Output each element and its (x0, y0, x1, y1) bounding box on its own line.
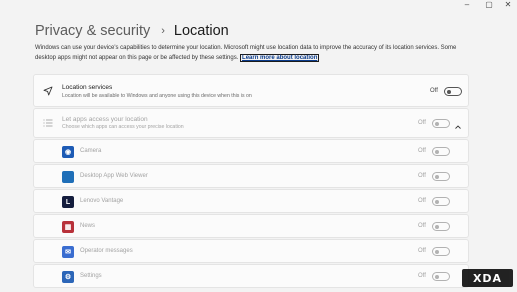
toggle-knob (435, 121, 439, 126)
app-name: Settings (80, 273, 102, 279)
chevron-up-icon[interactable] (454, 118, 462, 129)
page-title: Location (173, 23, 229, 39)
app-toggle-desktop-app-web-viewer[interactable] (432, 172, 450, 181)
app-name: Operator messages (80, 248, 133, 254)
app-name: Camera (80, 148, 102, 154)
toggle-knob (435, 249, 439, 254)
learn-more-link[interactable]: Learn more about location (240, 53, 320, 62)
breadcrumb-parent[interactable]: Privacy & security (35, 23, 150, 39)
toggle-knob (435, 274, 439, 279)
app-state: Off (418, 248, 426, 254)
toggle-knob (435, 149, 439, 154)
settings-app-icon: ⚙ (62, 271, 74, 283)
app-row-desktop-app-web-viewer: Desktop App Web Viewer Off (33, 164, 469, 188)
app-toggle-news[interactable] (432, 222, 450, 231)
apps-access-title: Let apps access your location (62, 116, 148, 123)
web-viewer-app-icon (62, 171, 74, 183)
app-state: Off (418, 148, 426, 154)
toggle-knob (435, 224, 439, 229)
app-state: Off (418, 198, 426, 204)
apps-access-subtitle: Choose which apps can access your precis… (62, 124, 184, 130)
apps-access-toggle[interactable] (432, 119, 450, 128)
close-icon[interactable]: ✕ (497, 0, 517, 9)
app-row-operator-messages: ✉ Operator messages Off (33, 239, 469, 263)
app-state: Off (418, 173, 426, 179)
minimize-icon[interactable]: – (456, 0, 478, 9)
app-name: Desktop App Web Viewer (80, 173, 148, 179)
app-name: Lenovo Vantage (80, 198, 124, 204)
xda-watermark-logo: XDA (462, 269, 513, 287)
location-services-state: Off (430, 88, 438, 94)
apps-access-state: Off (418, 120, 426, 126)
app-toggle-lenovo-vantage[interactable] (432, 197, 450, 206)
operator-messages-app-icon: ✉ (62, 246, 74, 258)
location-services-subtitle: Location will be available to Windows an… (62, 93, 252, 99)
app-toggle-settings[interactable] (432, 272, 450, 281)
title-bar: – ▢ ✕ (0, 0, 517, 10)
app-state: Off (418, 273, 426, 279)
list-icon (43, 119, 53, 127)
toggle-knob (435, 174, 439, 179)
app-row-settings: ⚙ Settings Off (33, 264, 469, 288)
location-arrow-icon (43, 86, 53, 96)
app-state: Off (418, 223, 426, 229)
location-description: Windows can use your device's capabiliti… (35, 44, 475, 63)
location-services-toggle[interactable] (444, 87, 462, 96)
breadcrumb-separator-icon: › (161, 25, 165, 37)
news-app-icon: ▦ (62, 221, 74, 233)
toggle-knob (435, 199, 439, 204)
apps-access-card[interactable]: Let apps access your location Choose whi… (33, 108, 469, 138)
lenovo-vantage-app-icon: L (62, 196, 74, 208)
app-row-news: ▦ News Off (33, 214, 469, 238)
app-row-camera: ◉ Camera Off (33, 139, 469, 163)
app-toggle-camera[interactable] (432, 147, 450, 156)
location-services-title: Location services (62, 84, 113, 91)
location-services-card: Location services Location will be avail… (33, 74, 469, 107)
app-toggle-operator-messages[interactable] (432, 247, 450, 256)
app-name: News (80, 223, 96, 229)
breadcrumb: Privacy & security › Location (35, 20, 229, 42)
camera-app-icon: ◉ (62, 146, 74, 158)
toggle-knob (447, 89, 451, 94)
watermark-text: XDA (472, 271, 503, 285)
app-row-lenovo-vantage: L Lenovo Vantage Off (33, 189, 469, 213)
